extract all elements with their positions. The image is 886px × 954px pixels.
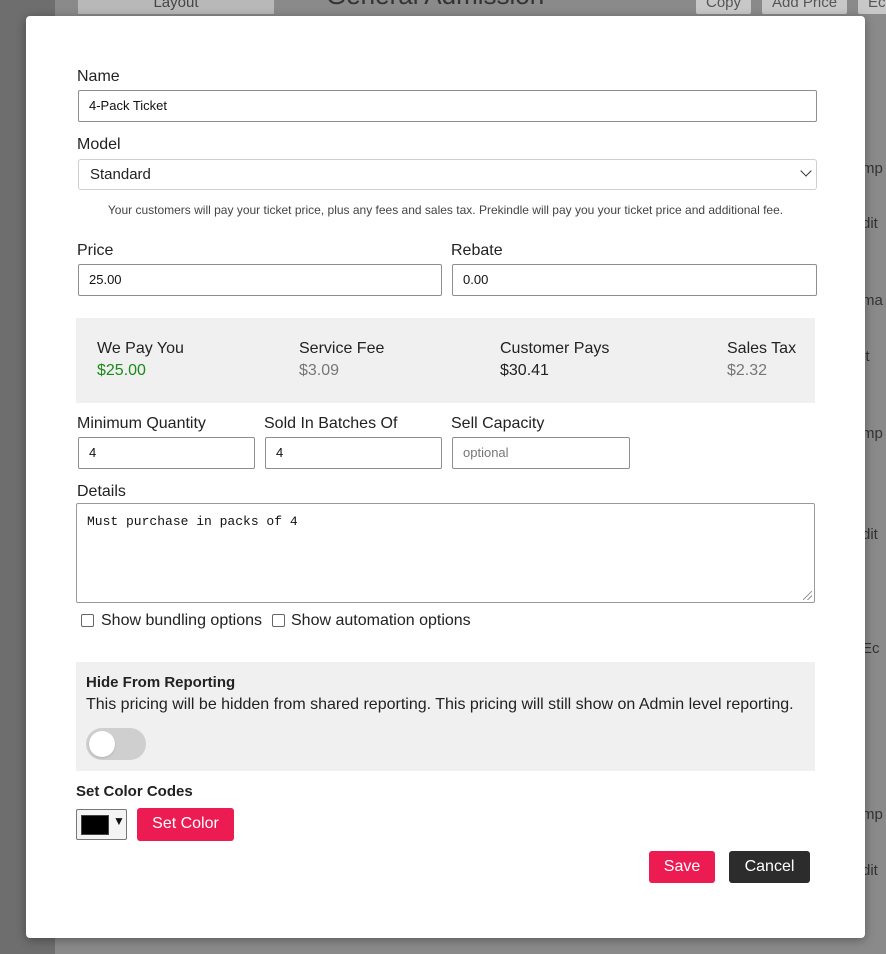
hide-from-reporting-toggle[interactable] (86, 728, 146, 760)
customer-pays-value: $30.41 (500, 362, 549, 379)
hide-from-reporting-panel: Hide From Reporting This pricing will be… (76, 662, 815, 771)
background-fragment: ma (862, 292, 883, 309)
background-copy-button: Copy (696, 0, 752, 14)
show-automation-checkbox[interactable] (272, 614, 285, 627)
minimum-quantity-input[interactable]: 4 (78, 437, 255, 469)
service-fee-label: Service Fee (299, 340, 385, 357)
minimum-quantity-label: Minimum Quantity (77, 415, 206, 432)
chevron-down-icon (800, 165, 812, 177)
show-automation-label[interactable]: Show automation options (291, 612, 471, 630)
edit-price-modal: Name 4-Pack Ticket Model Standard Your c… (26, 16, 865, 938)
resize-handle-icon[interactable] (803, 591, 812, 600)
set-color-button[interactable]: Set Color (137, 808, 234, 841)
customer-pays-label: Customer Pays (500, 340, 610, 357)
price-label: Price (77, 242, 114, 259)
background-layout-tab: Layout (78, 0, 274, 14)
background-fragment: mp (862, 160, 883, 177)
sales-tax-label: Sales Tax (727, 340, 797, 357)
sold-in-batches-label: Sold In Batches Of (264, 415, 398, 432)
background-add-price-button: Add Price (762, 0, 848, 14)
model-helper-text: Your customers will pay your ticket pric… (107, 203, 784, 217)
details-text: Must purchase in packs of 4 (87, 514, 298, 529)
color-picker[interactable]: ▼ (76, 809, 127, 840)
rebate-input[interactable]: 0.00 (452, 264, 817, 296)
hide-from-reporting-description: This pricing will be hidden from shared … (86, 696, 794, 713)
name-label: Name (77, 68, 120, 85)
sell-capacity-input[interactable]: optional (452, 437, 630, 469)
color-swatch (81, 815, 109, 835)
set-color-codes-title: Set Color Codes (76, 783, 193, 800)
caret-down-icon: ▼ (113, 814, 125, 828)
details-label: Details (77, 483, 126, 500)
toggle-knob (89, 731, 115, 757)
service-fee-value: $3.09 (299, 362, 340, 379)
model-label: Model (77, 136, 121, 153)
background-edit-button: Ec (858, 0, 886, 14)
sold-in-batches-input[interactable]: 4 (265, 437, 442, 469)
show-bundling-label[interactable]: Show bundling options (101, 612, 262, 630)
sell-capacity-label: Sell Capacity (451, 415, 545, 432)
price-summary-panel: We Pay You $25.00 Service Fee $3.09 Cust… (76, 318, 815, 403)
we-pay-you-label: We Pay You (97, 340, 184, 357)
show-bundling-checkbox[interactable] (81, 614, 94, 627)
sales-tax-value: $2.32 (727, 362, 768, 379)
save-button[interactable]: Save (649, 851, 715, 883)
model-select[interactable]: Standard (78, 159, 817, 190)
rebate-label: Rebate (451, 242, 503, 259)
name-input[interactable]: 4-Pack Ticket (78, 90, 817, 122)
we-pay-you-value: $25.00 (97, 362, 146, 379)
cancel-button[interactable]: Cancel (729, 851, 810, 883)
details-textarea[interactable]: Must purchase in packs of 4 (76, 503, 815, 603)
hide-from-reporting-title: Hide From Reporting (86, 674, 236, 691)
background-page-title: General Admission (326, 0, 544, 11)
model-selected-value: Standard (90, 166, 151, 183)
background-fragment: mp (862, 425, 883, 442)
price-input[interactable]: 25.00 (78, 264, 442, 296)
background-fragment: mp (862, 806, 883, 823)
